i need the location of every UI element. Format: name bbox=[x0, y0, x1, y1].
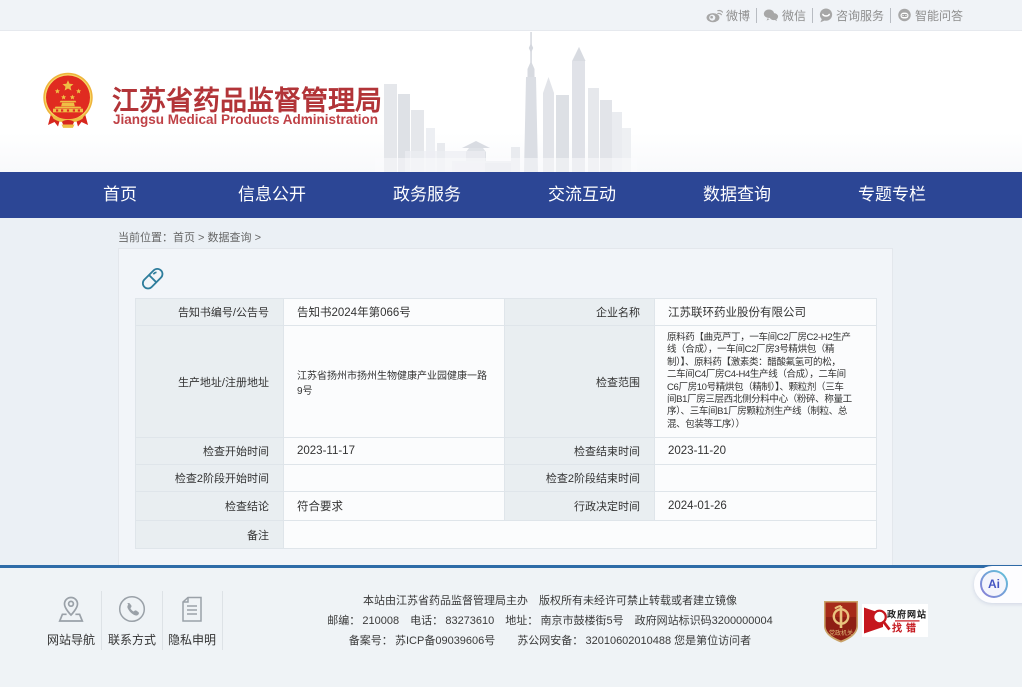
svg-text:找错: 找错 bbox=[892, 622, 920, 635]
svg-text:政府网站: 政府网站 bbox=[887, 609, 927, 620]
svg-text:党政机关: 党政机关 bbox=[829, 629, 853, 637]
